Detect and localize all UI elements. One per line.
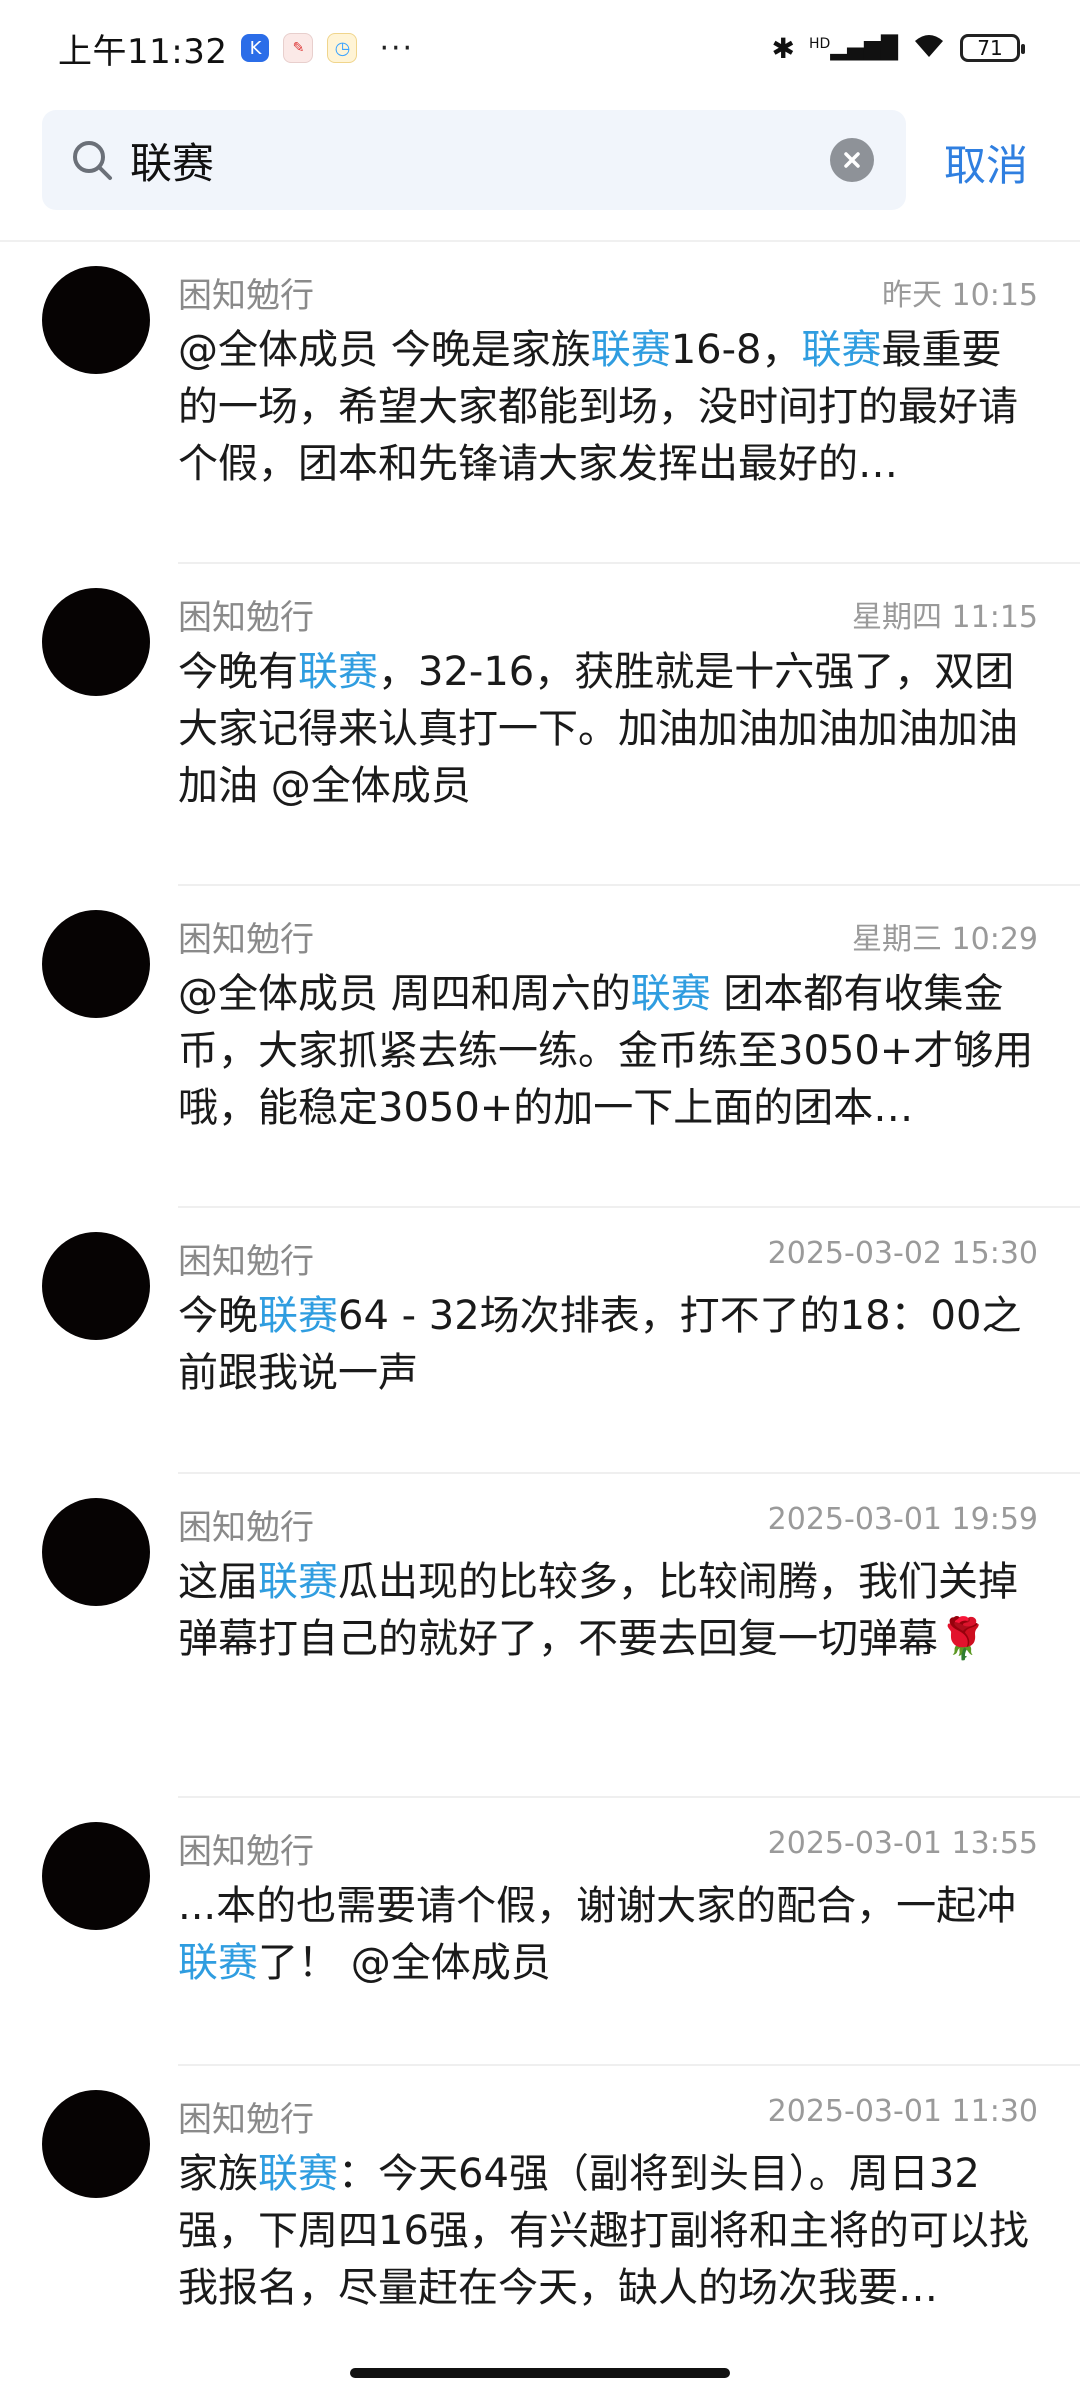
notes-app-icon: ✎ [283,33,314,63]
status-bar: 上午11:32 K ✎ ◷ ··· ✱ HD▂▄▆█ 71 [0,0,1080,96]
cancel-button[interactable]: 取消 [944,132,1028,193]
wifi-icon [912,31,946,66]
avatar[interactable] [42,910,150,1018]
highlight-keyword: 联赛 [801,327,882,373]
highlight-keyword: 联赛 [258,1293,338,1339]
signal-icon: HD▂▄▆█ [809,35,898,61]
message-text: @全体成员 周四和周六的 [178,971,631,1017]
message-preview: 今晚联赛64 - 32场次排表，打不了的18：00之前跟我说一声 [178,1288,1040,1402]
sender-name: 困知勉行 [178,1242,314,1282]
clear-icon[interactable] [830,138,874,182]
clock-app-icon: ◷ [327,33,358,63]
avatar[interactable] [42,2090,150,2198]
message-text: 家族 [178,2151,258,2197]
home-indicator[interactable] [350,2368,730,2378]
highlight-keyword: 联赛 [590,327,671,373]
message-text: 这届 [178,1559,258,1605]
sender-name: 困知勉行 [178,1508,314,1548]
search-header: 联赛 取消 [0,110,1080,210]
bluetooth-icon: ✱ [771,31,795,65]
status-left: 上午11:32 K ✎ ◷ ··· [58,24,414,73]
result-item[interactable]: 困知勉行 2025-03-02 15:30 今晚联赛64 - 32场次排表，打不了的… [0,1208,1080,1474]
avatar[interactable] [42,1498,150,1606]
sender-name: 困知勉行 [178,1832,314,1872]
network-label: HD [809,35,831,52]
message-preview: ...本的也需要请个假，谢谢大家的配合，一起冲联赛了！ @全体成员 [178,1878,1040,1992]
message-text: 今晚 [178,1293,258,1339]
result-item[interactable]: 困知勉行 2025-03-01 13:55 ...本的也需要请个假，谢谢大家的配合，… [0,1798,1080,2066]
highlight-keyword: 联赛 [630,971,711,1017]
more-dots-icon: ··· [379,30,415,66]
timestamp: 2025-03-01 11:30 [767,2094,1038,2129]
highlight-keyword: 联赛 [258,2151,338,2197]
sender-name: 困知勉行 [178,2100,314,2140]
result-item[interactable]: 困知勉行 昨天 10:15 @全体成员 今晚是家族联赛16-8，联赛最重要的一场，希… [0,242,1080,564]
result-item[interactable]: 困知勉行 星期四 11:15 今晚有联赛，32-16，获胜就是十六强了，双团大家记得… [0,564,1080,886]
highlight-keyword: 联赛 [178,1940,258,1986]
message-preview: @全体成员 今晚是家族联赛16-8，联赛最重要的一场，希望大家都能到场，没时间打… [178,322,1040,493]
timestamp: 昨天 10:15 [882,278,1038,313]
avatar[interactable] [42,1232,150,1340]
message-text: @全体成员 今晚是家族 [178,327,591,373]
timestamp: 2025-03-01 13:55 [767,1826,1038,1861]
timestamp: 2025-03-02 15:30 [767,1236,1038,1271]
message-text: 了！ @全体成员 [258,1940,551,1986]
message-preview: 今晚有联赛，32-16，获胜就是十六强了，双团大家记得来认真打一下。加油加油加油… [178,644,1040,815]
result-item[interactable]: 困知勉行 星期三 10:29 @全体成员 周四和周六的联赛 团本都有收集金币，大家抓… [0,886,1080,1208]
result-item[interactable]: 困知勉行 2025-03-01 11:30 家族联赛：今天64强（副将到头目）。周日… [0,2066,1080,2386]
timestamp: 星期三 10:29 [852,922,1038,957]
message-preview: 这届联赛瓜出现的比较多，比较闹腾，我们关掉弹幕打自己的就好了，不要去回复一切弹幕… [178,1554,1040,1668]
search-input[interactable]: 联赛 [42,110,906,210]
timestamp: 2025-03-01 19:59 [767,1502,1038,1537]
battery-level: 71 [977,36,1003,60]
sender-name: 困知勉行 [178,276,314,316]
status-time: 上午11:32 [58,31,228,72]
message-text: 16-8， [670,327,802,373]
avatar[interactable] [42,1822,150,1930]
sender-name: 困知勉行 [178,920,314,960]
search-icon [70,138,114,182]
result-item[interactable]: 困知勉行 2025-03-01 19:59 这届联赛瓜出现的比较多，比较闹腾，我们关… [0,1474,1080,1798]
sender-name: 困知勉行 [178,598,314,638]
status-right: ✱ HD▂▄▆█ 71 [771,31,1025,66]
highlight-keyword: 联赛 [298,649,378,695]
message-preview: @全体成员 周四和周六的联赛 团本都有收集金币，大家抓紧去练一练。金币练至305… [178,966,1040,1137]
avatar[interactable] [42,266,150,374]
battery-icon: 71 [960,34,1025,62]
search-query: 联赛 [130,138,215,188]
timestamp: 星期四 11:15 [852,600,1038,635]
k-app-icon: K [241,34,270,62]
message-text: ...本的也需要请个假，谢谢大家的配合，一起冲 [178,1883,1017,1929]
message-preview: 家族联赛：今天64强（副将到头目）。周日32强，下周四16强，有兴趣打副将和主将… [178,2146,1040,2317]
highlight-keyword: 联赛 [258,1559,338,1605]
message-text: 今晚有 [178,649,298,695]
avatar[interactable] [42,588,150,696]
